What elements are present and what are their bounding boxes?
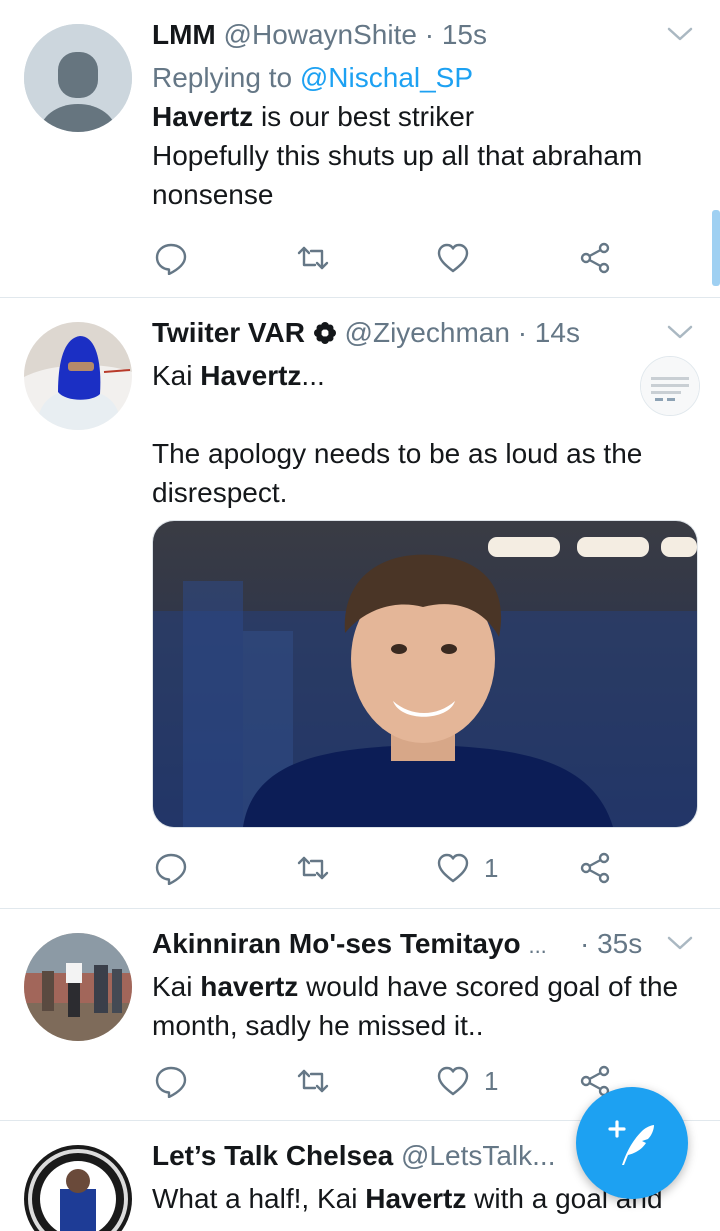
quoted-thumbnail[interactable] (640, 356, 700, 416)
tweet[interactable]: Twiiter VAR @Ziyechman · 14s Kai Havertz… (0, 298, 720, 909)
display-name[interactable]: Akinniran Mo'-ses Temitayo (152, 928, 521, 959)
username[interactable]: @LetsTalk... (401, 1140, 555, 1171)
like-button[interactable]: 1 (436, 846, 498, 890)
avatar[interactable] (24, 24, 132, 132)
display-name[interactable]: Let’s Talk Chelsea (152, 1140, 393, 1171)
heart-icon (437, 243, 469, 273)
mention-link[interactable]: @Nischal_SP (300, 62, 473, 93)
keyword-highlight: Havertz (365, 1183, 467, 1214)
avatar[interactable] (24, 933, 132, 1041)
share-button[interactable] (578, 236, 612, 280)
keyword-highlight: Havertz (152, 101, 254, 132)
keyword-highlight: havertz (200, 971, 299, 1002)
screenshot-thumbnail-image (641, 357, 699, 415)
tweet[interactable]: Akinniran Mo'-ses Temitayo ... · 35s Kai… (0, 909, 720, 1121)
reply-icon (155, 853, 187, 885)
reply-icon (155, 243, 187, 275)
heart-icon (437, 1066, 469, 1096)
username[interactable]: @Ziyechman (345, 317, 510, 348)
reply-button[interactable] (154, 236, 188, 280)
tweet-media-photo[interactable] (152, 520, 698, 828)
name-truncation: ... (528, 933, 547, 958)
timestamp: · 15s (424, 19, 487, 50)
retweet-button[interactable] (296, 846, 330, 890)
display-name[interactable]: Twiiter VAR (152, 317, 305, 348)
retweet-icon (297, 856, 329, 880)
share-icon (580, 852, 610, 884)
tweet-actions: 1 (152, 1059, 632, 1103)
share-icon (580, 242, 610, 274)
profile-photo (24, 322, 132, 430)
username[interactable]: @HowaynShite (224, 19, 417, 50)
like-count: 1 (484, 852, 499, 883)
tweet-text-line: Hopefully this shuts up all that abraham… (152, 140, 643, 210)
timestamp: · 14s (517, 317, 580, 348)
like-count: 1 (484, 1065, 499, 1096)
replying-to: Replying to @Nischal_SP (152, 62, 474, 93)
tweet-header: Twiiter VAR @Ziyechman · 14s (152, 316, 660, 350)
tweet-text: Kai havertz would have scored goal of th… (152, 971, 679, 1041)
tweet-header: LMM @HowaynShite · 15s (152, 18, 660, 52)
display-name[interactable]: LMM (152, 19, 216, 50)
keyword-highlight: Havertz (200, 360, 302, 391)
tweet-text: The apology needs to be as loud as the d… (152, 434, 690, 512)
tweet-header: Akinniran Mo'-ses Temitayo ... (152, 927, 570, 963)
tweet-text: Replying to @Nischal_SP Havertz is our b… (152, 58, 690, 214)
like-button[interactable]: 1 (436, 1059, 498, 1103)
reply-button[interactable] (154, 846, 188, 890)
compose-tweet-icon (608, 1120, 654, 1165)
profile-photo (24, 933, 132, 1041)
retweet-icon (297, 246, 329, 270)
like-button[interactable] (436, 236, 484, 280)
timestamp: · 35s (580, 928, 643, 959)
timestamp-wrap: · 35s (580, 927, 660, 961)
compose-tweet-button[interactable] (576, 1087, 688, 1199)
profile-photo (24, 1145, 132, 1231)
reply-icon (155, 1066, 187, 1098)
default-profile-icon (24, 24, 132, 132)
player-photo (153, 521, 697, 827)
retweet-button[interactable] (296, 1059, 330, 1103)
avatar[interactable] (24, 1145, 132, 1231)
chevron-down-icon[interactable] (666, 24, 694, 44)
retweet-icon (297, 1069, 329, 1093)
chevron-down-icon[interactable] (666, 322, 694, 342)
tweet-text: Kai Havertz... (152, 360, 325, 391)
flower-emoji-icon (313, 322, 336, 344)
tweet-actions: 1 (152, 846, 632, 890)
scrollbar[interactable] (712, 210, 720, 286)
heart-icon (437, 853, 469, 883)
tweet-text-line: The apology needs to be as loud as the d… (152, 438, 643, 508)
reply-button[interactable] (154, 1059, 188, 1103)
tweet-actions (152, 236, 632, 280)
share-button[interactable] (578, 846, 612, 890)
chevron-down-icon[interactable] (666, 933, 694, 953)
tweet-header: Let’s Talk Chelsea @LetsTalk... (152, 1139, 580, 1173)
tweet[interactable]: LMM @HowaynShite · 15s Replying to @Nisc… (0, 0, 720, 298)
retweet-button[interactable] (296, 236, 330, 280)
avatar[interactable] (24, 322, 132, 430)
